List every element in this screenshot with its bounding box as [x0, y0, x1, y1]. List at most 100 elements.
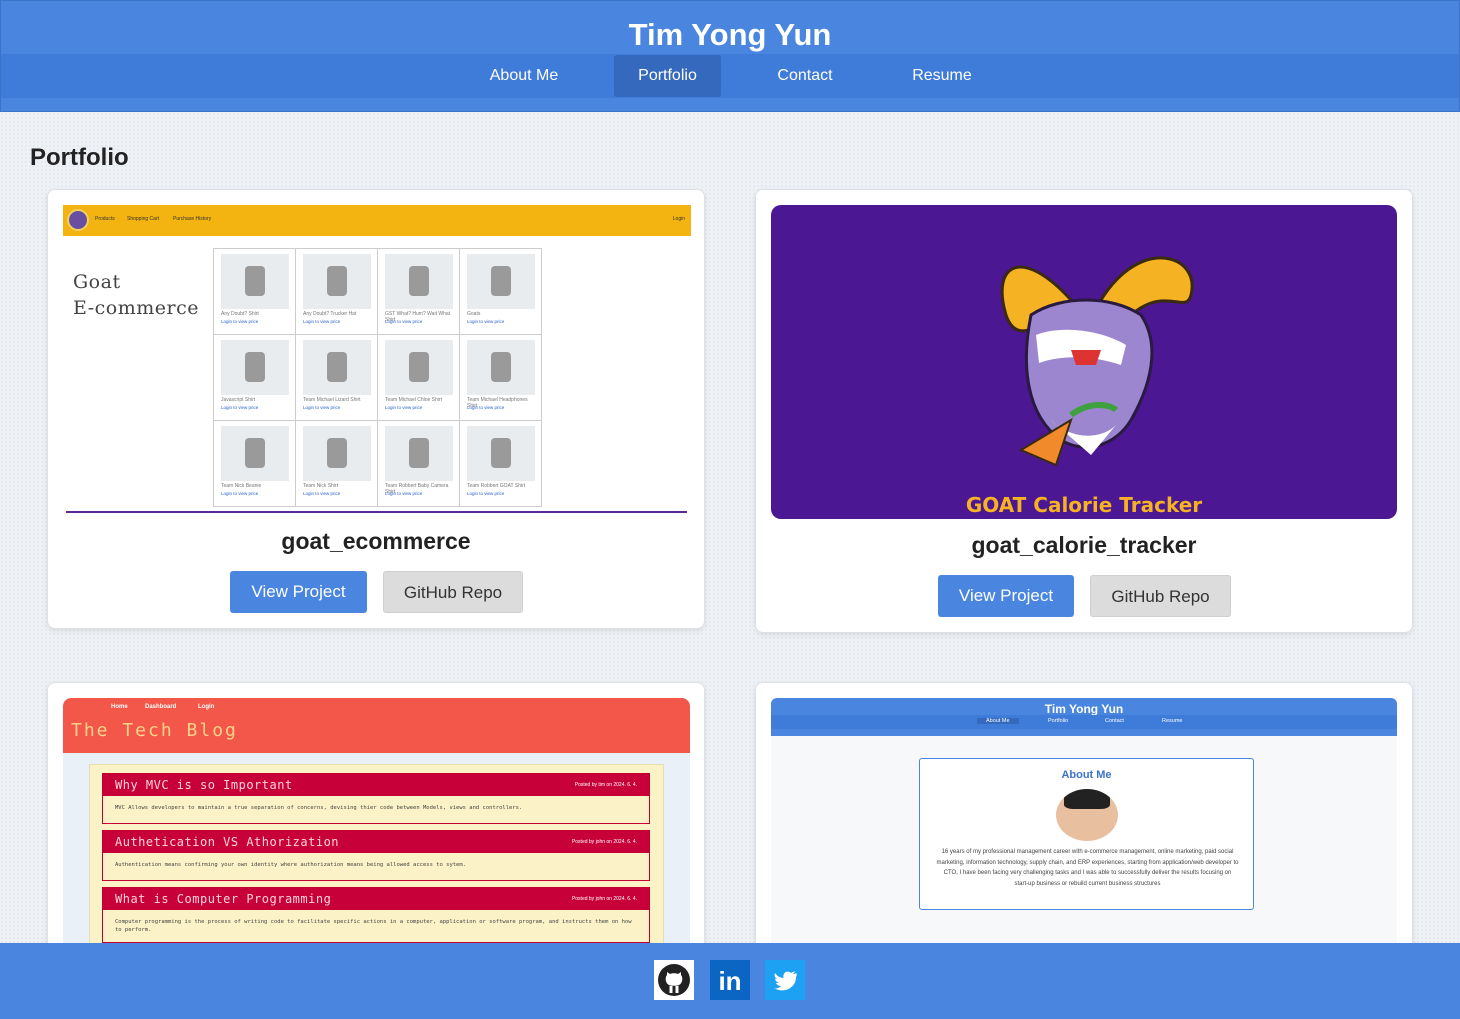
ec-heading-line1: Goat: [73, 271, 121, 293]
product-name: Team Michael Chloe Shirt: [385, 397, 442, 403]
ec-nav-products: Products: [95, 216, 115, 222]
post-header: What is Computer Programming Posted by j…: [103, 888, 649, 910]
nav-contact[interactable]: Contact: [759, 55, 851, 97]
product-image: [303, 426, 371, 481]
ec-navbar: Products Shopping Cart Purchase History …: [63, 205, 691, 236]
mini-nav-resume: Resume: [1162, 718, 1183, 724]
linkedin-text: in: [718, 966, 741, 996]
product-name: Team Nick Shirt: [303, 483, 339, 489]
post-header: Why MVC is so Important Posted by tim on…: [103, 774, 649, 796]
project-card-tech-blog: Home Dashboard Login The Tech Blog Why M…: [47, 682, 705, 982]
nav-about-me[interactable]: About Me: [471, 55, 577, 97]
product-image: [385, 340, 453, 395]
mini-nav-contact: Contact: [1105, 718, 1124, 724]
post-title: Authetication VS Athorization: [115, 835, 340, 849]
site-title: Tim Yong Yun: [628, 17, 832, 52]
product-price: Login to view price: [385, 405, 423, 410]
post-meta: Posted by john on 2024. 6. 4.: [571, 839, 637, 845]
nav-resume[interactable]: Resume: [894, 55, 990, 97]
project-screenshot[interactable]: GOAT Calorie Tracker: [771, 205, 1397, 519]
view-project-button[interactable]: View Project: [938, 575, 1074, 617]
product-tile: Team Nick Shirt Login to view price: [296, 421, 378, 507]
post-meta: Posted by john on 2024. 6. 4.: [571, 896, 637, 902]
product-image: [303, 254, 371, 309]
product-image: [385, 426, 453, 481]
product-tile: Goats Login to view price: [460, 249, 542, 335]
product-tile: Any Doubt? Shirt Login to view price: [214, 249, 296, 335]
post-text: MVC Allows developers to maintain a true…: [115, 805, 523, 811]
product-image: [221, 254, 289, 309]
mini-nav-about: About Me: [977, 718, 1019, 724]
product-price: Login to view price: [221, 491, 259, 496]
blog-link-home: Home: [111, 704, 128, 710]
project-screenshot[interactable]: Tim Yong Yun About Me Portfolio Contact …: [771, 698, 1397, 968]
blog-title: The Tech Blog: [71, 720, 238, 741]
mini-title: Tim Yong Yun: [1044, 702, 1124, 716]
goat-logo-icon: [67, 209, 89, 231]
product-tile: Team Michael Lizard Shirt Login to view p…: [296, 335, 378, 421]
mini-nav-portfolio: Portfolio: [1048, 718, 1069, 724]
product-price: Login to view price: [303, 319, 341, 324]
about-box: About Me 16 years of my professional man…: [919, 758, 1254, 910]
product-tile: Javascript Shirt Login to view price: [214, 335, 296, 421]
ec-heading: Goat E-commerce: [73, 269, 199, 321]
project-screenshot[interactable]: Products Shopping Cart Purchase History …: [63, 205, 691, 516]
product-price: Login to view price: [221, 319, 259, 324]
blog-posts: Why MVC is so Important Posted by tim on…: [89, 764, 664, 954]
github-repo-button[interactable]: GitHub Repo: [1090, 575, 1231, 617]
product-name: Team Michael Lizard Shirt: [303, 397, 361, 403]
product-image: [467, 426, 535, 481]
ec-nav-login: Login: [672, 216, 685, 222]
product-price: Login to view price: [467, 491, 505, 496]
product-grid: Any Doubt? Shirt Login to view price Any …: [213, 248, 542, 507]
product-name: Any Doubt? Trucker Hat: [303, 311, 357, 317]
blog-post: Authetication VS Athorization Posted by …: [102, 830, 650, 881]
product-tile: Team Michael Headphones Shirt Login to vi…: [460, 335, 542, 421]
linkedin-icon[interactable]: in: [710, 960, 750, 1000]
product-price: Login to view price: [221, 405, 259, 410]
twitter-icon[interactable]: [765, 960, 805, 1000]
product-image: [221, 426, 289, 481]
view-project-button[interactable]: View Project: [230, 571, 367, 613]
product-tile: GST What? Hum? Wait What Shirt Login to v…: [378, 249, 460, 335]
ec-nav-cart: Shopping Cart: [127, 216, 159, 222]
project-screenshot[interactable]: Home Dashboard Login The Tech Blog Why M…: [63, 698, 690, 968]
blog-link-login: Login: [198, 704, 215, 710]
goat-caption: GOAT Calorie Tracker: [965, 493, 1203, 517]
github-icon[interactable]: [654, 960, 694, 1000]
product-price: Login to view price: [467, 319, 505, 324]
project-card-goat-calorie-tracker: GOAT Calorie Tracker goat_calorie_tracke…: [755, 189, 1413, 633]
nav-portfolio[interactable]: Portfolio: [614, 55, 721, 97]
project-card-portfolio: Tim Yong Yun About Me Portfolio Contact …: [755, 682, 1413, 982]
product-image: [467, 340, 535, 395]
product-price: Login to view price: [385, 319, 423, 324]
product-image: [221, 340, 289, 395]
product-tile: Team Robbert Baby Camera Shirt Login to v…: [378, 421, 460, 507]
post-text: Computer programming is the process of w…: [115, 919, 632, 933]
site-header: Tim Yong Yun About Me Portfolio Contact …: [0, 0, 1460, 112]
post-text: Authentication means confirming your own…: [115, 862, 466, 868]
product-name: Team Nick Beanie: [221, 483, 262, 489]
post-header: Authetication VS Athorization Posted by …: [103, 831, 649, 853]
project-title: goat_ecommerce: [281, 528, 471, 554]
product-image: [385, 254, 453, 309]
product-name: Team Robbert GOAT Shirt: [467, 483, 526, 489]
product-tile: Team Nick Beanie Login to view price: [214, 421, 296, 507]
product-image: [467, 254, 535, 309]
github-repo-button[interactable]: GitHub Repo: [383, 571, 523, 613]
product-image: [303, 340, 371, 395]
divider: [66, 511, 687, 513]
site-footer: in: [0, 943, 1460, 1019]
ec-nav-history: Purchase History: [173, 216, 212, 222]
product-price: Login to view price: [467, 405, 505, 410]
product-name: Goats: [467, 311, 481, 317]
post-title: Why MVC is so Important: [115, 778, 293, 792]
project-title: goat_calorie_tracker: [971, 532, 1197, 558]
product-tile: Team Robbert GOAT Shirt Login to view pri…: [460, 421, 542, 507]
product-name: Any Doubt? Shirt: [221, 311, 259, 317]
blog-post: What is Computer Programming Posted by j…: [102, 887, 650, 943]
blog-post: Why MVC is so Important Posted by tim on…: [102, 773, 650, 824]
product-tile: Team Michael Chloe Shirt Login to view pr…: [378, 335, 460, 421]
product-price: Login to view price: [303, 491, 341, 496]
about-title: About Me: [1061, 769, 1112, 781]
